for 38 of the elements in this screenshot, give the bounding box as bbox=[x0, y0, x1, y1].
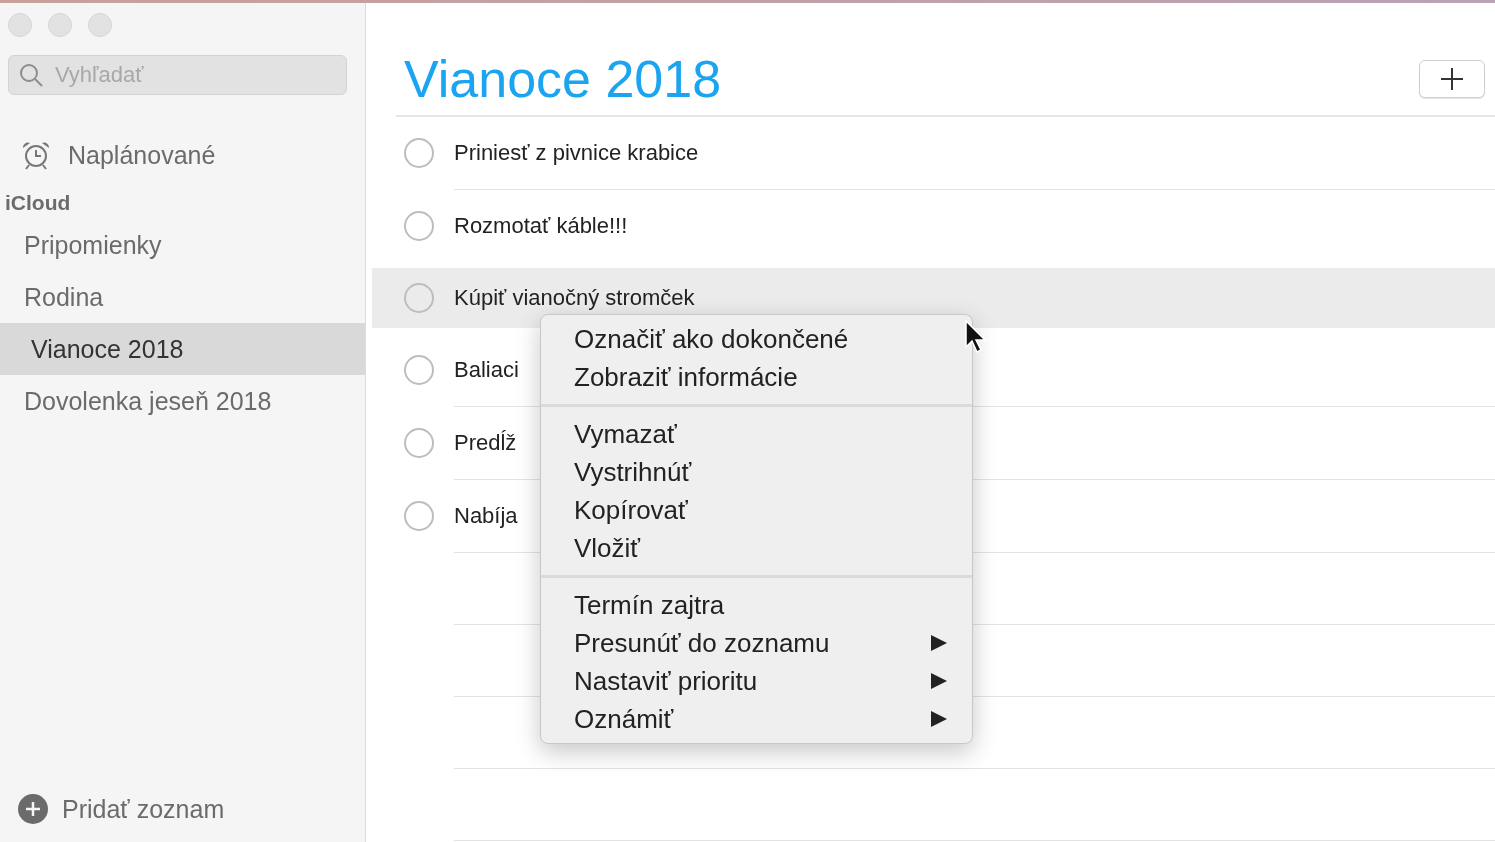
sidebar-item[interactable]: Vianoce 2018 bbox=[0, 323, 365, 375]
menu-item[interactable]: Presunúť do zoznamu bbox=[541, 624, 972, 662]
search-field[interactable]: Vyhľadať bbox=[8, 55, 347, 95]
sidebar-item[interactable]: Naplánované bbox=[0, 129, 365, 181]
menu-item[interactable]: Oznámiť bbox=[541, 700, 972, 738]
reminder-text: Priniesť z pivnice krabice bbox=[454, 140, 699, 166]
window-control[interactable] bbox=[48, 13, 72, 37]
list-title: Vianoce 2018 bbox=[404, 53, 722, 105]
menu-item[interactable]: Kopírovať bbox=[541, 491, 972, 529]
alarm-clock-icon bbox=[20, 140, 52, 170]
add-list-button[interactable]: Pridať zoznam bbox=[0, 794, 243, 824]
menu-item[interactable]: Zobraziť informácie bbox=[541, 358, 972, 396]
sidebar-item[interactable]: Rodina bbox=[0, 271, 365, 323]
reminder-text: Baliaci bbox=[454, 357, 519, 383]
search-icon bbox=[18, 62, 44, 88]
menu-item[interactable]: Termín zajtra bbox=[541, 586, 972, 624]
plus-icon bbox=[1441, 68, 1463, 90]
checkbox[interactable] bbox=[404, 355, 434, 385]
sidebar-item[interactable]: Dovolenka jeseň 2018 bbox=[0, 375, 365, 427]
section-header: iCloud bbox=[4, 190, 72, 216]
reminder-text: Rozmotať káble!!! bbox=[454, 213, 628, 239]
checkbox[interactable] bbox=[404, 428, 434, 458]
plus-circle-icon bbox=[18, 794, 48, 824]
reminder-text: Nabíja bbox=[454, 503, 518, 529]
checkbox[interactable] bbox=[404, 138, 434, 168]
menu-item[interactable]: Vystrihnúť bbox=[541, 453, 972, 491]
window-control[interactable] bbox=[8, 13, 32, 37]
sidebar-item[interactable]: Pripomienky bbox=[0, 219, 365, 271]
checkbox[interactable] bbox=[404, 211, 434, 241]
add-button[interactable] bbox=[1419, 60, 1485, 98]
reminder-text: Kúpiť vianočný stromček bbox=[454, 285, 695, 311]
reminder-text: Predĺž bbox=[454, 430, 517, 456]
menu-item[interactable]: Vymazať bbox=[541, 415, 972, 453]
window-control[interactable] bbox=[88, 13, 112, 37]
menu-item[interactable]: Vložiť bbox=[541, 529, 972, 567]
checkbox[interactable] bbox=[404, 501, 434, 531]
checkbox[interactable] bbox=[404, 283, 434, 313]
menu-item[interactable]: Nastaviť prioritu bbox=[541, 662, 972, 700]
